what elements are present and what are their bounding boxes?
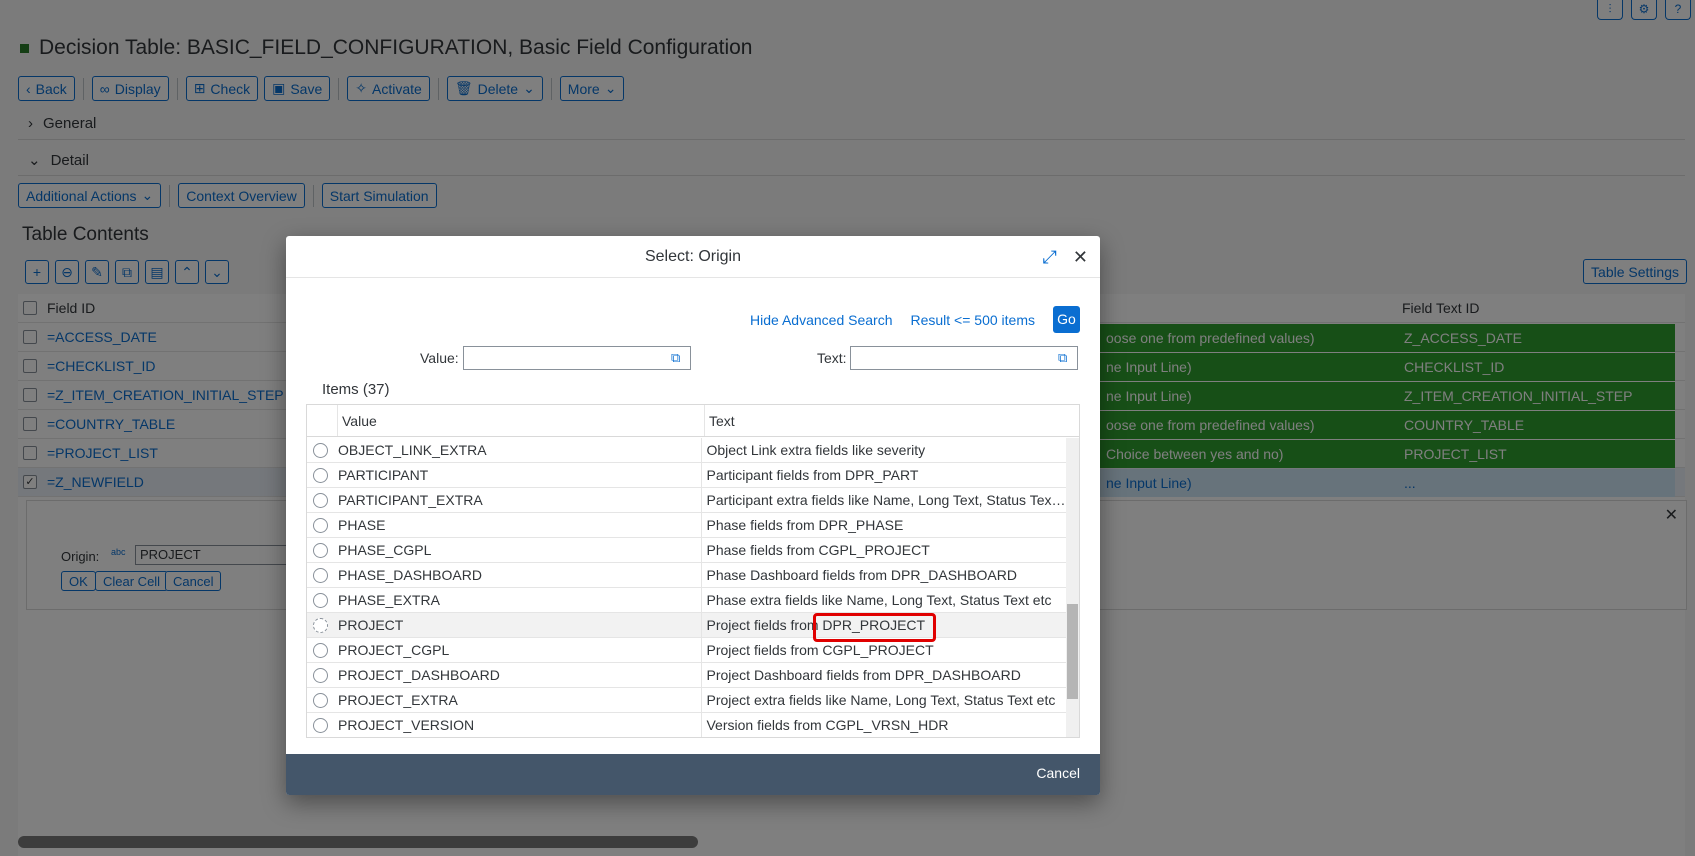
value-label: Value: (420, 350, 459, 366)
item-text: Project extra fields like Name, Long Tex… (706, 691, 1056, 708)
item-value: PROJECT_VERSION (338, 713, 703, 737)
item-value: PARTICIPANT (338, 463, 703, 487)
item-text: Phase fields from DPR_PHASE (706, 516, 904, 533)
item-text: Participant extra fields like Name, Long… (706, 491, 1067, 508)
list-header: Value Text (307, 405, 1079, 437)
list-item[interactable]: PHASE Phase fields from DPR_PHASE (307, 513, 1067, 538)
radio-button[interactable] (313, 542, 328, 558)
dialog-footer: Cancel (286, 754, 1100, 795)
radio-button[interactable] (313, 667, 328, 683)
advanced-search-bar: Hide Advanced Search Result <= 500 items… (750, 306, 1080, 333)
item-value: OBJECT_LINK_EXTRA (338, 438, 703, 462)
value-help-icon[interactable]: ⧉ (1058, 350, 1073, 365)
list-item[interactable]: PROJECT_CGPL Project fields from CGPL_PRO… (307, 638, 1067, 663)
item-value: PROJECT_CGPL (338, 638, 703, 662)
column-header-text: Text (709, 413, 735, 429)
item-text: Project Dashboard fields from DPR_DASHBO… (706, 666, 1021, 683)
radio-button[interactable] (313, 642, 328, 658)
value-help-icon[interactable]: ⧉ (671, 350, 686, 365)
item-value: PHASE_EXTRA (338, 588, 703, 612)
list-item[interactable]: OBJECT_LINK_EXTRA Object Link extra field… (307, 438, 1067, 463)
list-item[interactable]: PARTICIPANT_EXTRA Participant extra field… (307, 488, 1067, 513)
item-value: PHASE (338, 513, 703, 537)
list-item[interactable]: PHASE_DASHBOARD Phase Dashboard fields fr… (307, 563, 1067, 588)
item-text: Version fields from CGPL_VRSN_HDR (706, 716, 949, 733)
go-button[interactable]: Go (1053, 306, 1080, 333)
items-list: Value Text OBJECT_LINK_EXTRA Object Link … (306, 404, 1080, 738)
item-value: PHASE_DASHBOARD (338, 563, 703, 587)
maximize-icon[interactable]: ⤢ (1043, 236, 1057, 278)
result-limit-link[interactable]: Result <= 500 items (910, 312, 1035, 328)
item-text: Phase Dashboard fields from DPR_DASHBOAR… (706, 566, 1017, 583)
item-text: Participant fields from DPR_PART (706, 466, 919, 483)
radio-button[interactable] (313, 517, 328, 533)
list-item[interactable]: PHASE_CGPL Phase fields from CGPL_PROJECT (307, 538, 1067, 563)
list-scrollbar[interactable] (1066, 438, 1079, 737)
text-search-input[interactable]: ⧉ (850, 346, 1078, 370)
list-item-selected[interactable]: PROJECT Project fields from DPR_PROJECT (307, 613, 1067, 638)
radio-button[interactable] (313, 592, 328, 608)
item-text: Phase extra fields like Name, Long Text,… (706, 591, 1052, 608)
radio-button[interactable] (313, 617, 328, 633)
item-text: Object Link extra fields like severity (706, 441, 926, 458)
item-text: Phase fields from CGPL_PROJECT (706, 541, 930, 558)
radio-button[interactable] (313, 467, 328, 483)
item-value: PROJECT_EXTRA (338, 688, 703, 712)
radio-button[interactable] (313, 717, 328, 733)
item-value: PROJECT_DASHBOARD (338, 663, 703, 687)
highlight-annotation-box (813, 613, 936, 642)
dialog-title: Select: Origin (644, 248, 742, 265)
item-value: PROJECT (338, 613, 703, 637)
column-header-value: Value (338, 405, 705, 436)
items-count-title: Items (37) (322, 381, 390, 398)
item-value: PARTICIPANT_EXTRA (338, 488, 703, 512)
list-item[interactable]: PROJECT_DASHBOARD Project Dashboard field… (307, 663, 1067, 688)
dialog-header: Select: Origin ⤢ ✕ (286, 236, 1100, 278)
close-icon[interactable]: ✕ (1073, 236, 1088, 278)
text-label: Text: (817, 350, 847, 366)
radio-button[interactable] (313, 692, 328, 708)
value-search-input[interactable]: ⧉ (463, 346, 691, 370)
list-item[interactable]: PHASE_EXTRA Phase extra fields like Name,… (307, 588, 1067, 613)
list-body: OBJECT_LINK_EXTRA Object Link extra field… (307, 438, 1067, 737)
radio-column-header (307, 405, 338, 436)
scrollbar-thumb[interactable] (1067, 604, 1078, 699)
list-item[interactable]: PROJECT_VERSION Version fields from CGPL_… (307, 713, 1067, 737)
hide-advanced-search-link[interactable]: Hide Advanced Search (750, 312, 892, 328)
radio-button[interactable] (313, 492, 328, 508)
radio-button[interactable] (313, 442, 328, 458)
item-value: PHASE_CGPL (338, 538, 703, 562)
select-origin-dialog: Select: Origin ⤢ ✕ Hide Advanced Search … (286, 236, 1100, 795)
cancel-button[interactable]: Cancel (1036, 765, 1080, 781)
radio-button[interactable] (313, 567, 328, 583)
list-item[interactable]: PROJECT_EXTRA Project extra fields like N… (307, 688, 1067, 713)
list-item[interactable]: PARTICIPANT Participant fields from DPR_P… (307, 463, 1067, 488)
